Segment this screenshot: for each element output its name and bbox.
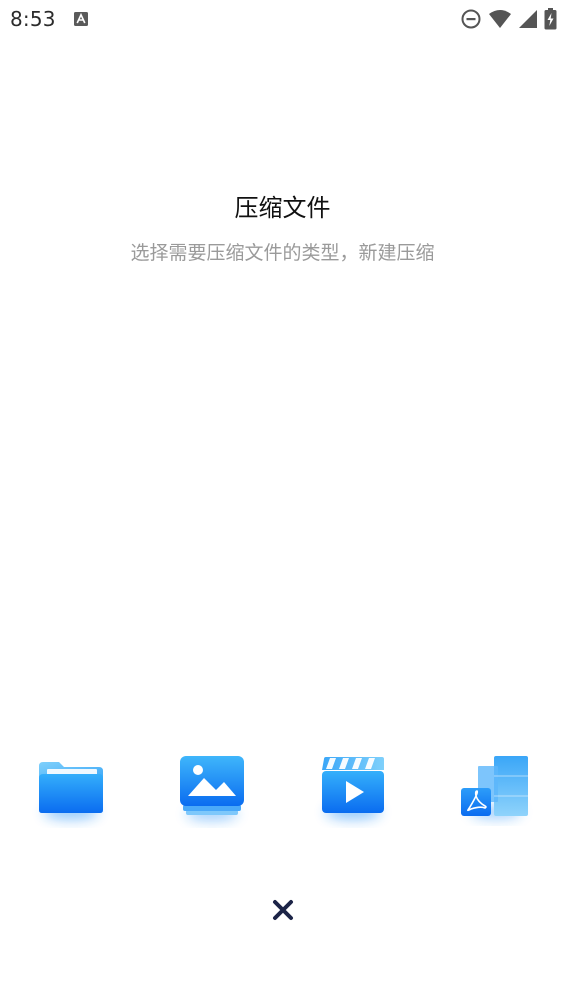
dialog-title: 压缩文件 xyxy=(234,194,331,222)
do-not-disturb-icon xyxy=(460,8,482,30)
close-icon xyxy=(273,900,293,920)
wifi-icon xyxy=(488,9,512,29)
battery-charging-icon xyxy=(544,8,557,30)
document-option-button[interactable] xyxy=(458,752,530,824)
video-option-button[interactable] xyxy=(317,752,389,824)
pdf-document-icon xyxy=(461,756,528,819)
close-button[interactable] xyxy=(265,892,301,928)
video-icon xyxy=(322,757,384,820)
folder-option-button[interactable] xyxy=(35,752,107,824)
status-icons xyxy=(460,8,557,30)
folder-icon xyxy=(39,762,103,820)
status-time: 8:53 xyxy=(10,7,56,31)
image-option-button[interactable] xyxy=(176,752,248,824)
status-bar: 8:53 xyxy=(0,0,565,38)
compress-file-screen: 8:53 压缩文件 选择需要压缩文件的类型，新建压缩 xyxy=(0,0,565,1004)
a-text-icon xyxy=(74,11,88,26)
signal-icon xyxy=(518,9,538,29)
image-icon xyxy=(180,756,244,821)
file-type-options xyxy=(0,752,565,828)
dialog-subtitle: 选择需要压缩文件的类型，新建压缩 xyxy=(130,242,435,264)
